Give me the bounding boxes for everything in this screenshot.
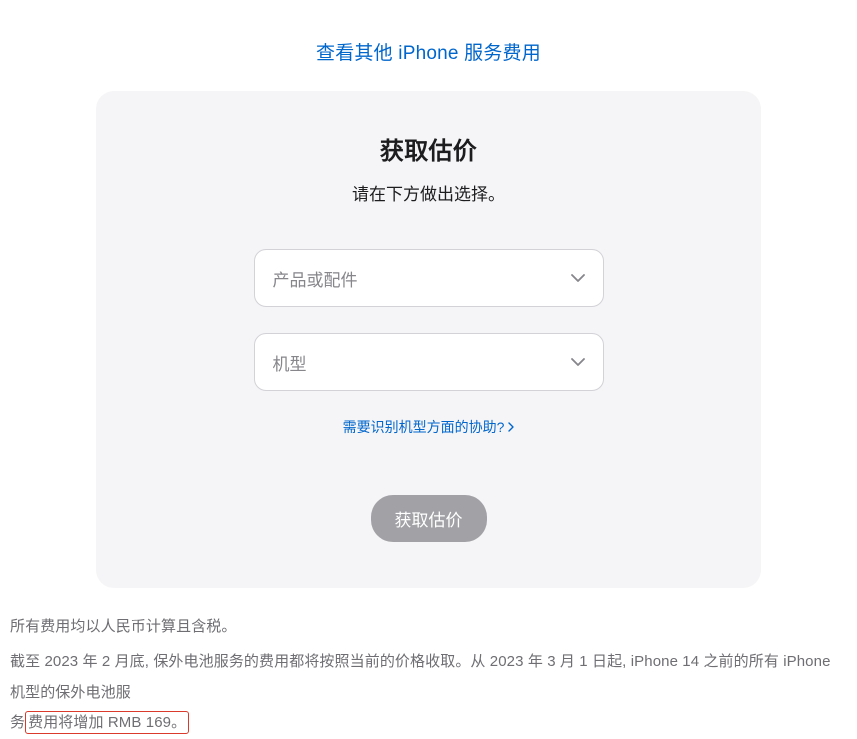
top-link-container: 查看其他 iPhone 服务费用	[0, 0, 857, 91]
card-title: 获取估价	[136, 131, 721, 166]
model-select-placeholder: 机型	[273, 350, 307, 375]
help-link-container: 需要识别机型方面的协助?	[136, 417, 721, 437]
other-iphone-fees-link[interactable]: 查看其他 iPhone 服务费用	[316, 43, 541, 64]
chevron-down-icon	[571, 358, 585, 366]
footer-line-1: 所有费用均以人民币计算且含税。	[10, 612, 847, 643]
price-increase-highlight: 费用将增加 RMB 169。	[25, 711, 189, 734]
model-select[interactable]: 机型	[254, 333, 604, 391]
get-estimate-button[interactable]: 获取估价	[371, 495, 487, 542]
product-select[interactable]: 产品或配件	[254, 249, 604, 307]
help-link-text: 需要识别机型方面的协助?	[343, 417, 505, 437]
chevron-right-icon	[508, 419, 514, 435]
estimate-card: 获取估价 请在下方做出选择。 产品或配件 机型 需要识别机型方面的协助? 获取估…	[96, 91, 761, 588]
identify-model-help-link[interactable]: 需要识别机型方面的协助?	[343, 417, 515, 437]
chevron-down-icon	[571, 274, 585, 282]
product-select-placeholder: 产品或配件	[273, 266, 358, 291]
card-subtitle: 请在下方做出选择。	[136, 180, 721, 205]
footer-notes: 所有费用均以人民币计算且含税。 截至 2023 年 2 月底, 保外电池服务的费…	[0, 588, 857, 739]
footer-line-2: 截至 2023 年 2 月底, 保外电池服务的费用都将按照当前的价格收取。从 2…	[10, 647, 847, 739]
